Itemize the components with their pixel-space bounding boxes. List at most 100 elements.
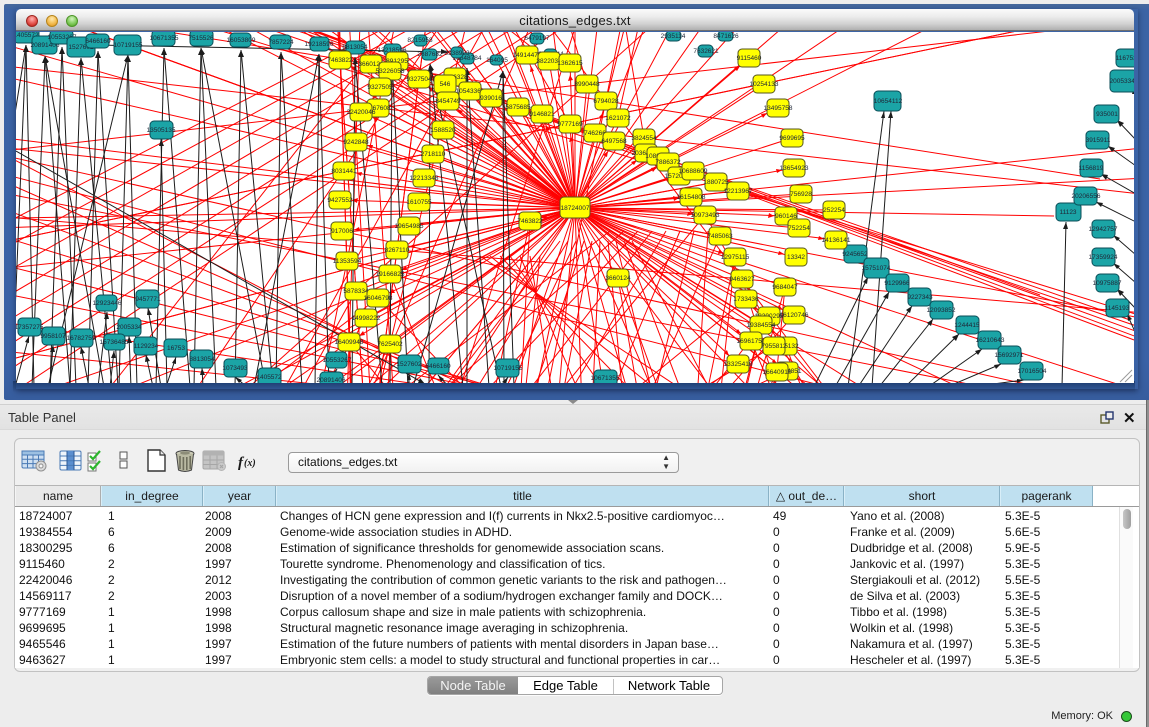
svg-text:9242848: 9242848 [343, 139, 369, 146]
svg-text:8471626: 8471626 [713, 33, 739, 40]
svg-text:2005334: 2005334 [116, 324, 142, 331]
svg-text:16046798: 16046798 [364, 295, 393, 302]
svg-text:9327504: 9327504 [406, 76, 432, 83]
svg-text:17016504: 17016504 [1018, 368, 1047, 375]
svg-text:12923446: 12923446 [93, 300, 122, 307]
svg-text:53226058: 53226058 [376, 68, 405, 75]
svg-text:164095: 164095 [486, 57, 508, 64]
svg-text:8031441: 8031441 [331, 168, 357, 175]
svg-text:1733436: 1733436 [733, 296, 759, 303]
svg-text:14998222: 14998222 [352, 315, 381, 322]
svg-text:11123: 11123 [1059, 209, 1076, 216]
svg-text:10688609: 10688609 [679, 168, 708, 175]
svg-text:7485063: 7485063 [707, 233, 733, 240]
svg-text:17359924: 17359924 [1089, 254, 1118, 261]
svg-text:10719155: 10719155 [494, 365, 523, 372]
svg-text:10973493: 10973493 [691, 212, 720, 219]
svg-text:10654112: 10654112 [874, 98, 903, 105]
svg-text:9146821: 9146821 [529, 111, 555, 118]
svg-text:15736485: 15736485 [100, 339, 129, 346]
svg-text:1244415: 1244415 [954, 322, 980, 329]
svg-text:917006: 917006 [331, 228, 353, 235]
svg-text:1405572: 1405572 [256, 374, 282, 381]
svg-text:9245652: 9245652 [842, 251, 868, 258]
svg-text:1145193: 1145193 [1105, 305, 1130, 312]
svg-text:19218596: 19218596 [305, 41, 334, 48]
svg-text:19166825: 19166825 [376, 271, 405, 278]
svg-text:6794028: 6794028 [593, 98, 619, 105]
svg-text:8813054: 8813054 [342, 44, 368, 51]
svg-text:6466160: 6466160 [85, 38, 111, 45]
svg-text:16120746: 16120746 [780, 312, 809, 319]
svg-text:1527602: 1527602 [396, 361, 422, 368]
svg-text:1167534: 1167534 [1116, 55, 1134, 62]
svg-text:13505135: 13505135 [147, 127, 176, 134]
svg-text:16409948: 16409948 [335, 339, 364, 346]
svg-text:2887682: 2887682 [417, 51, 443, 58]
svg-text:15692971: 15692971 [995, 352, 1024, 359]
svg-text:7515526: 7515526 [188, 35, 214, 42]
svg-text:16210643: 16210643 [976, 337, 1005, 344]
svg-text:6479197: 6479197 [524, 35, 550, 42]
svg-text:13342: 13342 [787, 254, 805, 261]
svg-text:8813054: 8813054 [189, 356, 215, 363]
svg-text:752254: 752254 [788, 225, 810, 232]
svg-text:16053809: 16053809 [227, 37, 256, 44]
svg-text:756928: 756928 [790, 191, 812, 198]
svg-text:10975887: 10975887 [1093, 280, 1122, 287]
svg-text:7857224: 7857224 [268, 39, 294, 46]
svg-text:1880725: 1880725 [703, 179, 729, 186]
svg-text:7886372: 7886372 [655, 159, 681, 166]
svg-text:7463822: 7463822 [517, 218, 543, 225]
svg-text:546: 546 [440, 81, 451, 88]
svg-text:12093852: 12093852 [927, 307, 956, 314]
svg-text:14136141: 14136141 [822, 237, 851, 244]
svg-text:9457771: 9457771 [135, 296, 161, 303]
svg-text:17357275: 17357275 [16, 324, 44, 331]
svg-text:2718110: 2718110 [421, 151, 446, 158]
svg-text:13495758: 13495758 [764, 105, 793, 112]
svg-text:1621072: 1621072 [605, 115, 631, 122]
svg-text:8990448: 8990448 [574, 81, 600, 88]
svg-text:7632621: 7632621 [693, 48, 719, 55]
svg-text:2935114: 2935114 [661, 33, 686, 40]
svg-text:9327505: 9327505 [367, 84, 393, 91]
svg-text:8454749: 8454749 [435, 98, 461, 105]
svg-text:6497568: 6497568 [601, 138, 627, 145]
svg-text:12975115: 12975115 [721, 254, 750, 261]
svg-text:3915911: 3915911 [1086, 137, 1111, 144]
svg-text:10671355: 10671355 [150, 35, 179, 42]
svg-text:939016: 939016 [480, 95, 502, 102]
svg-text:8215958: 8215958 [407, 37, 433, 44]
svg-text:7625402: 7625402 [377, 341, 403, 348]
svg-text:9684047: 9684047 [772, 284, 798, 291]
svg-text:12942757: 12942757 [1089, 226, 1118, 233]
svg-text:16154808: 16154808 [677, 194, 706, 201]
svg-text:9427552: 9427552 [327, 197, 353, 204]
svg-text:16753: 16753 [167, 345, 185, 352]
svg-text:5878334: 5878334 [343, 288, 369, 295]
svg-text:1156819: 1156819 [1079, 165, 1104, 172]
svg-text:3824554: 3824554 [631, 135, 657, 142]
svg-text:1362615: 1362615 [557, 60, 583, 67]
svg-text:13325419: 13325419 [724, 361, 753, 368]
svg-text:9463627: 9463627 [729, 276, 755, 283]
svg-text:5875685: 5875685 [505, 104, 531, 111]
svg-text:18724007: 18724007 [561, 205, 590, 212]
svg-text:8938923: 8938923 [444, 50, 470, 57]
svg-text:3660124: 3660124 [605, 275, 631, 282]
svg-text:1588520: 1588520 [430, 127, 456, 134]
svg-text:1073493: 1073493 [222, 365, 248, 372]
svg-text:9777169: 9777169 [557, 121, 583, 128]
svg-text:7955812: 7955812 [761, 343, 787, 350]
svg-text:22420046: 22420046 [347, 109, 376, 116]
svg-text:6466160: 6466160 [425, 363, 451, 370]
svg-text:16782759: 16782759 [67, 335, 96, 342]
svg-text:1610755: 1610755 [406, 199, 432, 206]
svg-text:9227343: 9227343 [907, 294, 933, 301]
svg-text:7463822: 7463822 [327, 57, 353, 64]
svg-text:12213348: 12213348 [410, 175, 439, 182]
svg-text:9115460: 9115460 [737, 55, 762, 62]
svg-text:9958107: 9958107 [40, 333, 66, 340]
svg-text:9129966: 9129966 [884, 280, 910, 287]
